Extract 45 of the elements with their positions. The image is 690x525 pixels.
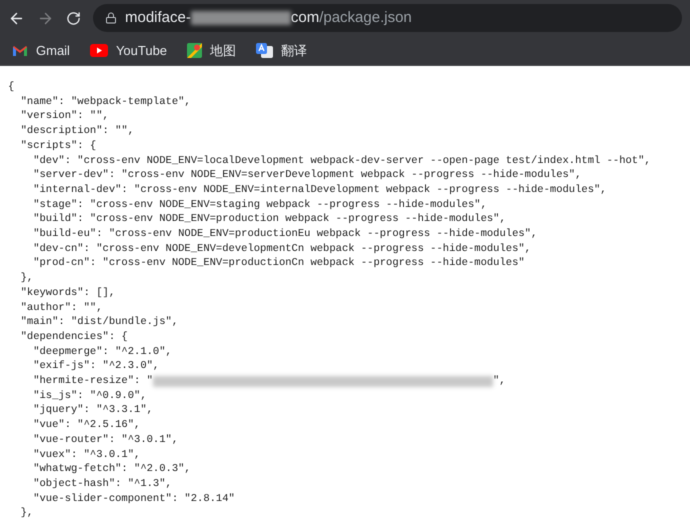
code-line: "vue-slider-component": "2.8.14" (32, 492, 235, 506)
code-line: "internal-dev": "cross-env NODE_ENV=internalDevelopment webpack --progress --hide-modules", (32, 182, 607, 198)
code-line: "deepmerge": "^2.1.0", (32, 344, 172, 360)
code-line: "whatwg-fetch": "^2.0.3", (32, 462, 191, 477)
code-line: "is_js": "^0.9.0", (32, 388, 147, 404)
code-line: "hermite-resize": " (32, 374, 153, 389)
code-line: "keywords": [], (20, 286, 116, 301)
reload-icon[interactable] (66, 10, 81, 26)
code-line: "dev-cn": "cross-env NODE_ENV=developmentCn webpack --progress --hide-modules", (32, 242, 531, 256)
code-line: "build-eu": "cross-env NODE_ENV=productionEu webpack --progress --hide-modules", (32, 227, 538, 242)
lock-icon (105, 12, 117, 24)
code-line: }, (20, 271, 34, 286)
code-line: "version": "", (20, 109, 109, 124)
bookmark-link[interactable]: YouTube (90, 40, 168, 60)
code-line: }, (20, 506, 34, 522)
code-line: "author": "", (20, 300, 103, 316)
code-line: { (8, 80, 14, 95)
play-icon (90, 44, 108, 57)
url-path: /package.json (319, 8, 412, 28)
code-line: ", (492, 374, 506, 389)
url-host: modiface- (125, 8, 191, 28)
code-line: "main": "dist/bundle.js", (20, 315, 178, 330)
code-line: "build": "cross-env NODE_ENV=production webpack --progress --hide-modules", (32, 212, 506, 228)
mail-icon (12, 44, 28, 56)
code-line: "stage": "cross-env NODE_ENV=staging webpack --progress --hide-modules", (32, 198, 487, 212)
code-line: "name": "webpack-template", (20, 94, 191, 110)
code-line: "vuex": "^3.0.1", (32, 448, 140, 462)
code-line: "vue-router": "^3.0.1", (32, 432, 178, 448)
code-line: "description": "", (20, 124, 134, 139)
code-line: "server-dev": "cross-env NODE_ENV=serverDevelopment webpack --progress --hide-modules", (32, 168, 582, 183)
code-line: "exif-js": "^2.3.0", (32, 359, 160, 374)
address-bar[interactable]: modiface- com/package.json (93, 4, 682, 32)
code-line: "jquery": "^3.3.1", (32, 403, 153, 418)
code-line: "prod-cn": "cross-env NODE_ENV=productionCn webpack --progress --hide-modules" (32, 256, 525, 272)
bookmark-link[interactable]: 翻译 (256, 40, 308, 60)
bookmark-link[interactable]: Gmail (12, 40, 70, 60)
code-line: "object-hash": "^1.3", (32, 476, 172, 492)
code-line: "dependencies": { (20, 330, 128, 345)
code-line: "dev": "cross-env NODE_ENV=localDevelopment webpack-dev-server --open-page test/index.html --hot", (32, 154, 651, 168)
url-host: com (290, 8, 320, 28)
code-line: "vue": "^2.5.16", (32, 418, 140, 433)
code-line: "scripts": { (20, 138, 96, 154)
translate-icon (256, 43, 274, 58)
map-icon (187, 43, 202, 58)
bookmark-link[interactable]: 地图 (187, 40, 236, 60)
